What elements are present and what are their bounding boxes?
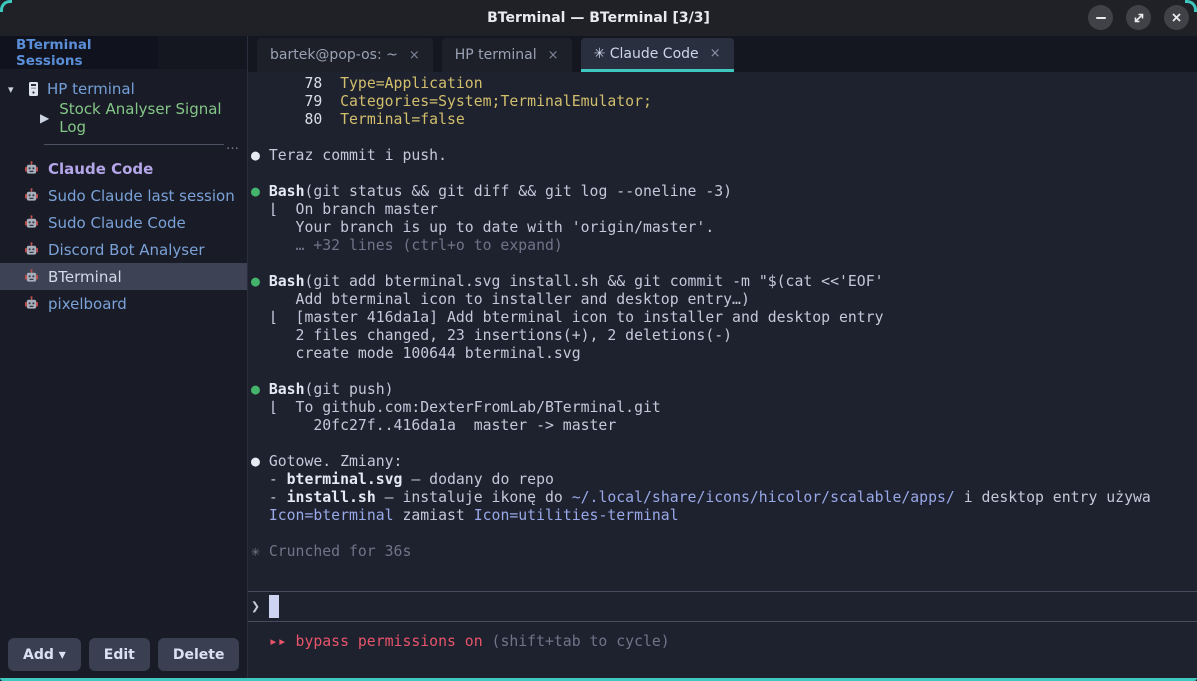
terminal-line [251, 525, 1197, 543]
sidebar-item-claude-code[interactable]: Claude Code [0, 155, 247, 182]
session-list: Claude Code Sudo Claude last session Sud… [0, 155, 247, 317]
sidebar-divider: … [44, 142, 239, 150]
content-pane: bartek@pop-os: ~ × HP terminal × ✳ Claud… [248, 36, 1197, 681]
window-body: BTerminal Sessions ▾ HP terminal ▶ [0, 36, 1197, 681]
play-icon: ▶ [40, 111, 49, 125]
robot-icon [24, 161, 39, 176]
sidebar-title: BTerminal Sessions [16, 37, 158, 69]
sessions-sidebar: BTerminal Sessions ▾ HP terminal ▶ [0, 36, 248, 681]
prompt-icon: ❯ [251, 597, 260, 615]
tab-claude-code[interactable]: ✳ Claude Code × [581, 38, 734, 72]
session-label: Claude Code [48, 160, 153, 178]
divider-line [44, 144, 224, 145]
terminal-line: 79 Categories=System;TerminalEmulator; [251, 93, 1197, 111]
session-label: BTerminal [48, 268, 122, 286]
tab-hp-terminal[interactable]: HP terminal × [442, 38, 572, 72]
titlebar[interactable]: BTerminal — BTerminal [3/3] [0, 0, 1197, 36]
terminal-line: 80 Terminal=false [251, 111, 1197, 129]
add-button[interactable]: Add ▾ [8, 638, 81, 671]
bterminal-window: BTerminal — BTerminal [3/3] [0, 0, 1197, 681]
terminal-line: ● Teraz commit i push. [251, 147, 1197, 165]
terminal-line: 78 Type=Application [251, 75, 1197, 93]
robot-icon [24, 296, 39, 311]
robot-icon [24, 215, 39, 230]
terminal-line: ✳ Crunched for 36s [251, 543, 1197, 561]
tree-child-label: Stock Analyser Signal Log [59, 100, 247, 136]
tab-label: ✳ Claude Code [594, 46, 699, 62]
tab-close-icon[interactable]: × [409, 48, 420, 63]
tab-label: bartek@pop-os: ~ [270, 47, 398, 63]
delete-button[interactable]: Delete [158, 638, 240, 671]
minimize-button[interactable] [1088, 5, 1113, 30]
terminal-line: ● Bash(git status && git diff && git log… [251, 183, 1197, 201]
tab-label: HP terminal [455, 47, 537, 63]
terminal-input[interactable]: ❯ [251, 592, 1197, 620]
robot-icon [24, 269, 39, 284]
maximize-button[interactable] [1126, 5, 1151, 30]
terminal-line: ⌊ [master 416da1a] Add bterminal icon to… [251, 309, 1197, 327]
terminal-line: Your branch is up to date with 'origin/m… [251, 219, 1197, 237]
terminal-line [251, 129, 1197, 147]
session-label: Sudo Claude last session [48, 187, 235, 205]
tab-bar: bartek@pop-os: ~ × HP terminal × ✳ Claud… [248, 36, 1197, 72]
tab-close-icon[interactable]: × [710, 46, 721, 61]
terminal-line: Icon=bterminal zamiast Icon=utilities-te… [251, 507, 1197, 525]
sidebar-item-sudo-claude-last-session[interactable]: Sudo Claude last session [0, 182, 247, 209]
session-label: Sudo Claude Code [48, 214, 186, 232]
terminal-line: Add bterminal icon to installer and desk… [251, 291, 1197, 309]
terminal-line: ⌊ To github.com:DexterFromLab/BTerminal.… [251, 399, 1197, 417]
sidebar-item-stock-analyser-signal-log[interactable]: ▶ Stock Analyser Signal Log [0, 103, 247, 133]
input-separator-bottom [248, 621, 1197, 622]
maximize-icon [1133, 12, 1145, 24]
sidebar-header-box: BTerminal Sessions [0, 36, 158, 69]
terminal-line: - install.sh — instaluje ikonę do ~/.loc… [251, 489, 1197, 507]
terminal-line: … +32 lines (ctrl+o to expand) [251, 237, 1197, 255]
terminal-line [251, 363, 1197, 381]
session-tree: ▾ HP terminal ▶ Stock Analyser Signal Lo… [0, 75, 247, 133]
divider-dots: … [226, 142, 239, 150]
window-controls [1088, 5, 1189, 30]
terminal-line [251, 255, 1197, 273]
terminal-line: - bterminal.svg — dodany do repo [251, 471, 1197, 489]
permission-status: ▸▸ bypass permissions on (shift+tab to c… [251, 633, 1197, 651]
tab-close-icon[interactable]: × [548, 48, 559, 63]
sidebar-item-pixelboard[interactable]: pixelboard [0, 290, 247, 317]
sidebar-item-hp-terminal[interactable]: ▾ HP terminal [0, 75, 247, 103]
text-cursor [269, 595, 279, 618]
computer-icon [27, 81, 40, 97]
terminal-line [251, 435, 1197, 453]
tab-bartek-pop-os[interactable]: bartek@pop-os: ~ × [257, 38, 433, 72]
terminal-line: 20fc27f..416da1a master -> master [251, 417, 1197, 435]
sidebar-actions: Add ▾ Edit Delete [8, 638, 239, 671]
terminal-line: 2 files changed, 23 insertions(+), 2 del… [251, 327, 1197, 345]
terminal-line: ⌊ On branch master [251, 201, 1197, 219]
edit-button[interactable]: Edit [89, 638, 150, 671]
terminal-output: 78 Type=Application 79 Categories=System… [251, 75, 1197, 561]
sidebar-item-discord-bot-analyser[interactable]: Discord Bot Analyser [0, 236, 247, 263]
terminal-pane[interactable]: 78 Type=Application 79 Categories=System… [248, 72, 1197, 681]
terminal-line: ● Bash(git add bterminal.svg install.sh … [251, 273, 1197, 291]
sidebar-item-bterminal[interactable]: BTerminal [0, 263, 247, 290]
close-icon [1171, 12, 1182, 23]
session-label: pixelboard [48, 295, 127, 313]
minimize-icon [1096, 17, 1106, 19]
permission-status-text: ▸▸ bypass permissions on (shift+tab to c… [251, 633, 1197, 651]
chevron-down-icon[interactable]: ▾ [8, 83, 20, 96]
sidebar-header: BTerminal Sessions [0, 36, 247, 69]
terminal-line: create mode 100644 bterminal.svg [251, 345, 1197, 363]
terminal-line [251, 165, 1197, 183]
window-title: BTerminal — BTerminal [3/3] [487, 10, 710, 26]
sidebar-item-sudo-claude-code[interactable]: Sudo Claude Code [0, 209, 247, 236]
session-label: Discord Bot Analyser [48, 241, 204, 259]
robot-icon [24, 242, 39, 257]
robot-icon [24, 188, 39, 203]
terminal-line: ● Gotowe. Zmiany: [251, 453, 1197, 471]
tree-item-label: HP terminal [47, 80, 135, 98]
terminal-line: ● Bash(git push) [251, 381, 1197, 399]
